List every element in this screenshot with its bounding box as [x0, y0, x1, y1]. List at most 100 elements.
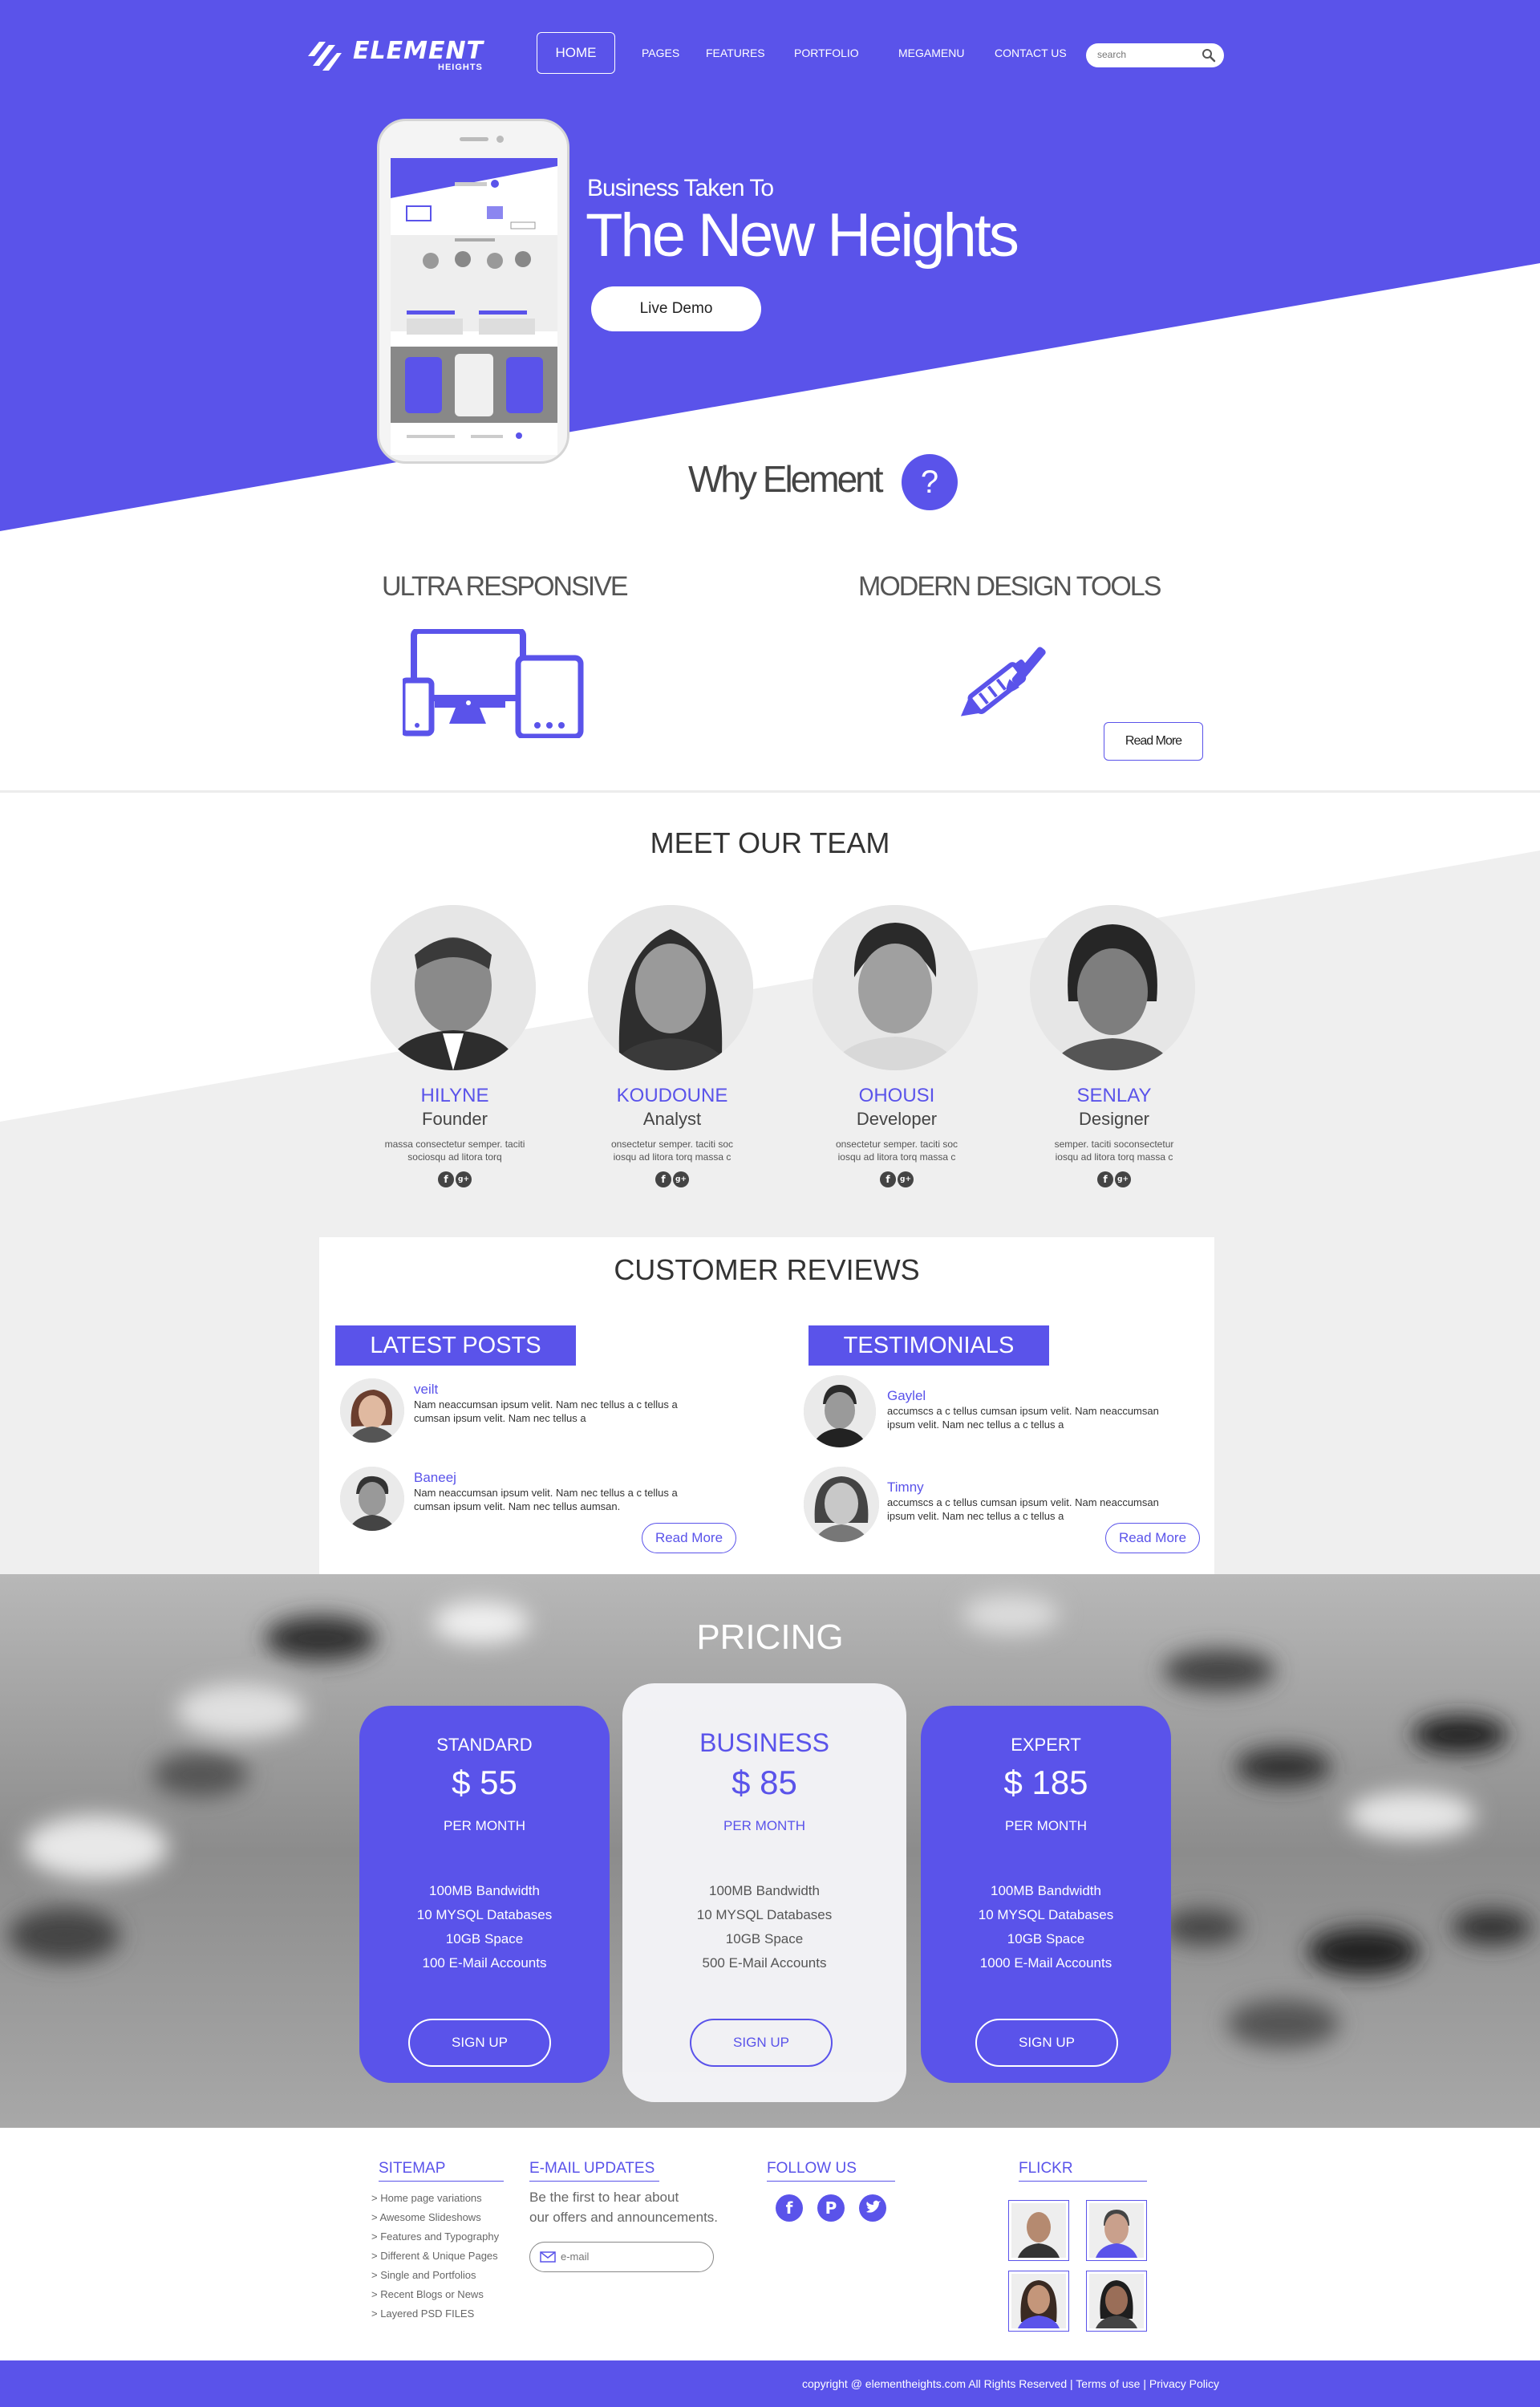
expert-signup-button[interactable]: SIGN UP: [975, 2019, 1118, 2067]
plan-feature: 500 E-Mail Accounts: [702, 1955, 827, 1971]
hero-subtitle: Business Taken To: [587, 175, 774, 201]
sitemap-link[interactable]: > Features and Typography: [371, 2227, 499, 2247]
member-social: f g+: [1030, 1171, 1198, 1187]
feature-title-responsive: ULTRA RESPONSIVE: [382, 571, 629, 602]
member-social: f g+: [813, 1171, 981, 1187]
plan-feature: 10 MYSQL Databases: [416, 1907, 553, 1922]
sitemap-link[interactable]: > Home page variations: [371, 2189, 499, 2208]
phone-screen: [391, 158, 557, 455]
testimonial-author[interactable]: Gaylel: [887, 1388, 926, 1404]
brand-logo[interactable]: ELEMENT HEIGHTS: [308, 35, 484, 75]
testimonial-avatar: [804, 1467, 879, 1542]
nav-contact[interactable]: CONTACT US: [995, 47, 1067, 59]
search-input[interactable]: [1097, 49, 1194, 60]
standard-signup-button[interactable]: SIGN UP: [408, 2019, 551, 2067]
hero-title: The New Heights: [586, 201, 1019, 270]
live-demo-button[interactable]: Live Demo: [591, 286, 761, 331]
post-author[interactable]: Baneej: [414, 1470, 456, 1486]
nav-pages[interactable]: PAGES: [642, 47, 679, 59]
sitemap-link[interactable]: > Recent Blogs or News: [371, 2285, 499, 2304]
search-icon[interactable]: [1202, 48, 1216, 63]
post-author[interactable]: veilt: [414, 1382, 438, 1398]
latest-post-item[interactable]: Baneej Nam neaccumsan ipsum velit. Nam n…: [340, 1467, 693, 1539]
plan-feature: 10GB Space: [1007, 1931, 1085, 1946]
testimonials-read-more-button[interactable]: Read More: [1105, 1523, 1200, 1553]
plan-price: $ 85: [732, 1764, 797, 1801]
pricing-plan-expert: EXPERT $ 185 PER MONTH 100MB Bandwidth 1…: [921, 1706, 1171, 2083]
testimonial-text: accumscs a c tellus cumsan ipsum velit. …: [887, 1405, 1159, 1431]
facebook-icon[interactable]: f: [655, 1171, 671, 1187]
testimonial-author[interactable]: Timny: [887, 1480, 924, 1496]
logo-mark-icon: [308, 42, 342, 71]
sitemap-link[interactable]: > Layered PSD FILES: [371, 2304, 499, 2324]
testimonial-item[interactable]: Timny accumscs a c tellus cumsan ipsum v…: [804, 1467, 1159, 1542]
testimonial-avatar: [804, 1375, 876, 1447]
sitemap-heading: SITEMAP: [379, 2160, 504, 2182]
sitemap-link[interactable]: > Different & Unique Pages: [371, 2247, 499, 2266]
testimonials-tab[interactable]: TESTIMONIALS: [808, 1325, 1049, 1366]
posts-read-more-button[interactable]: Read More: [642, 1523, 736, 1553]
plan-period: PER MONTH: [723, 1818, 805, 1833]
testimonial-item[interactable]: Gaylel accumscs a c tellus cumsan ipsum …: [804, 1375, 1159, 1447]
pinterest-icon[interactable]: P: [817, 2194, 845, 2222]
flickr-thumbnail[interactable]: [1086, 2200, 1147, 2261]
latest-post-item[interactable]: veilt Nam neaccumsan ipsum velit. Nam ne…: [340, 1378, 693, 1451]
member-name: SENLAY: [1076, 1085, 1152, 1106]
google-plus-icon[interactable]: g+: [673, 1171, 689, 1187]
phone-camera: [496, 136, 504, 143]
member-social: f g+: [588, 1171, 756, 1187]
member-photo: [813, 905, 978, 1070]
google-plus-icon[interactable]: g+: [898, 1171, 914, 1187]
flickr-thumbnail[interactable]: [1086, 2271, 1147, 2332]
question-icon: ?: [902, 454, 958, 510]
twitter-icon[interactable]: [859, 2194, 886, 2222]
latest-posts-tab[interactable]: LATEST POSTS: [335, 1325, 576, 1366]
email-text-line: Be the first to hear about: [529, 2190, 679, 2205]
member-role: Designer: [1078, 1109, 1150, 1129]
phone-speaker: [460, 137, 488, 141]
logo-subtext: HEIGHTS: [438, 63, 483, 72]
post-excerpt: Nam neaccumsan ipsum velit. Nam nec tell…: [414, 1487, 678, 1512]
facebook-icon[interactable]: f: [776, 2194, 803, 2222]
nav-megamenu[interactable]: MEGAMENU: [898, 47, 964, 59]
flickr-thumbnail[interactable]: [1008, 2200, 1069, 2261]
plan-period: PER MONTH: [1005, 1818, 1087, 1833]
facebook-icon[interactable]: f: [1097, 1171, 1113, 1187]
member-role: Developer: [856, 1109, 938, 1129]
why-read-more-button[interactable]: Read More: [1104, 722, 1203, 761]
member-photo: [1030, 905, 1195, 1070]
member-social: f g+: [371, 1171, 539, 1187]
plan-features: 100MB Bandwidth 10 MYSQL Databases 10GB …: [359, 1879, 610, 1975]
member-role: Analyst: [642, 1109, 702, 1129]
plan-price: $ 185: [1003, 1764, 1088, 1801]
email-updates-heading: E-MAIL UPDATES: [529, 2160, 659, 2182]
member-description: onsectetur semper. taciti soc iosqu ad l…: [835, 1139, 958, 1163]
reviews-title: CUSTOMER REVIEWS: [614, 1253, 920, 1286]
member-name: OHOUSI: [858, 1085, 935, 1106]
business-signup-button[interactable]: SIGN UP: [690, 2019, 833, 2067]
google-plus-icon[interactable]: g+: [1115, 1171, 1131, 1187]
google-plus-icon[interactable]: g+: [456, 1171, 472, 1187]
nav-home[interactable]: HOME: [537, 32, 615, 74]
team-title: MEET OUR TEAM: [650, 826, 890, 859]
member-role: Founder: [422, 1109, 488, 1129]
sitemap-link[interactable]: > Single and Portfolios: [371, 2266, 499, 2285]
member-description: massa consectetur semper. taciti sociosq…: [384, 1139, 525, 1163]
phone-screen-preview: [391, 158, 557, 439]
member-name: HILYNE: [420, 1085, 489, 1106]
member-name: KOUDOUNE: [616, 1085, 728, 1106]
copyright-text: copyright @ elementheights.com All Right…: [802, 2377, 1219, 2390]
plan-feature: 10 MYSQL Databases: [978, 1907, 1114, 1922]
email-field[interactable]: [561, 2251, 705, 2263]
plan-feature: 1000 E-Mail Accounts: [979, 1955, 1112, 1971]
facebook-icon[interactable]: f: [880, 1171, 896, 1187]
post-excerpt: Nam neaccumsan ipsum velit. Nam nec tell…: [414, 1398, 678, 1424]
envelope-icon: [540, 2251, 556, 2263]
sitemap-link[interactable]: > Awesome Slideshows: [371, 2208, 499, 2227]
flickr-thumbnail[interactable]: [1008, 2271, 1069, 2332]
nav-features[interactable]: FEATURES: [706, 47, 765, 59]
plan-feature: 100MB Bandwidth: [991, 1883, 1101, 1898]
member-photo: [371, 905, 536, 1070]
facebook-icon[interactable]: f: [438, 1171, 454, 1187]
nav-portfolio[interactable]: PORTFOLIO: [794, 47, 859, 59]
